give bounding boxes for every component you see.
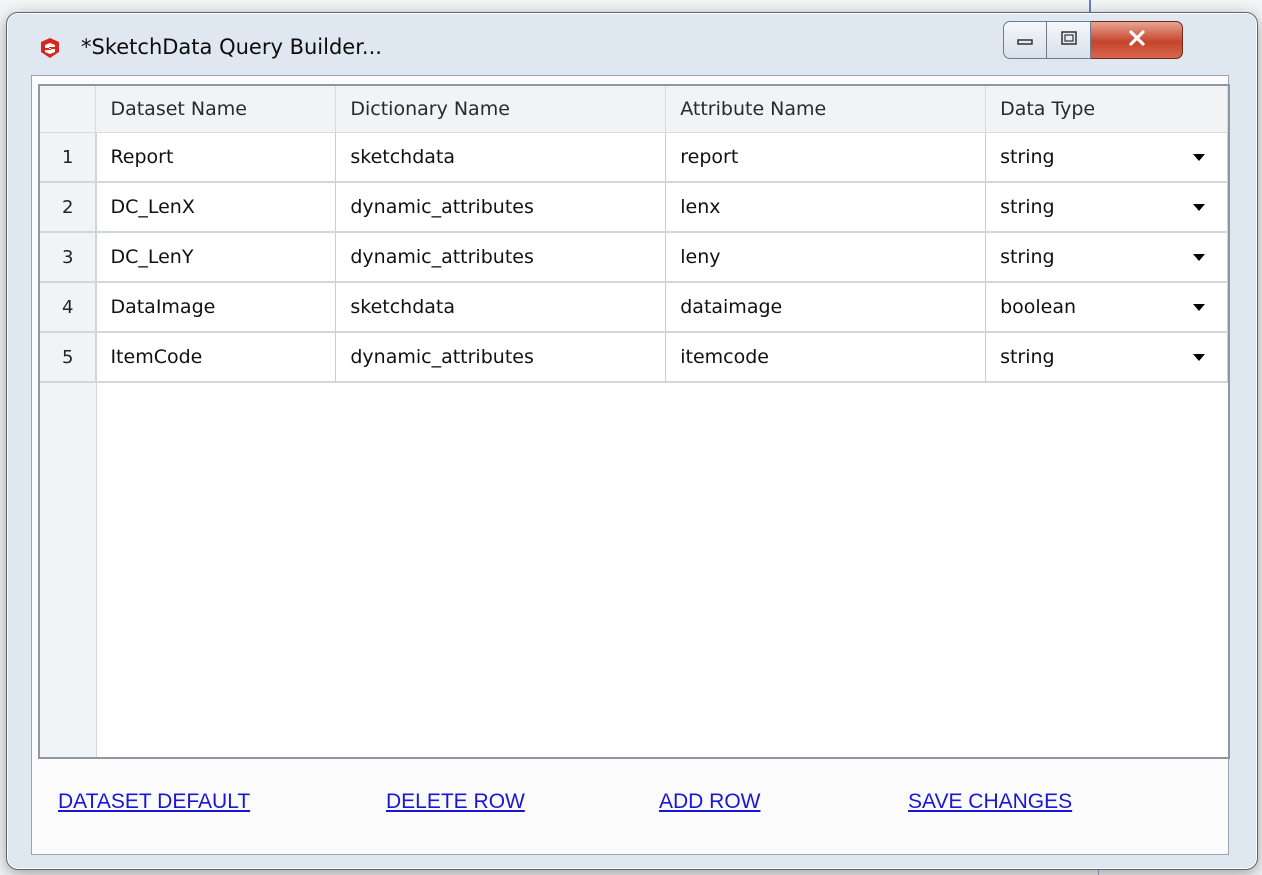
delete-row-link[interactable]: DELETE ROW <box>386 790 525 814</box>
close-button[interactable] <box>1091 21 1183 59</box>
column-header-attribute-name[interactable]: Attribute Name <box>665 86 987 133</box>
row-header[interactable]: 5 <box>40 332 97 383</box>
dropdown-arrow-icon[interactable] <box>1193 254 1205 261</box>
window-title: *SketchData Query Builder... <box>81 35 382 59</box>
dictionary-name-cell[interactable]: sketchdata <box>335 282 667 333</box>
save-changes-link[interactable]: SAVE CHANGES <box>908 790 1072 814</box>
table-row: 4 DataImage sketchdata dataimage boolean <box>40 282 1228 333</box>
table-row: 2 DC_LenX dynamic_attributes lenx string <box>40 182 1228 233</box>
attribute-name-cell[interactable]: itemcode <box>665 332 987 383</box>
client-area: Dataset Name Dictionary Name Attribute N… <box>31 75 1230 855</box>
dictionary-name-cell[interactable]: dynamic_attributes <box>335 332 667 383</box>
data-type-dropdown[interactable]: string <box>985 332 1228 383</box>
corner-header[interactable] <box>40 86 97 133</box>
add-row-link[interactable]: ADD ROW <box>659 790 761 814</box>
dictionary-name-cell[interactable]: dynamic_attributes <box>335 182 667 233</box>
data-table: Dataset Name Dictionary Name Attribute N… <box>40 86 1228 383</box>
dataset-name-cell[interactable]: DC_LenX <box>95 182 337 233</box>
minimize-button[interactable] <box>1003 21 1047 59</box>
dropdown-arrow-icon[interactable] <box>1193 304 1205 311</box>
dataset-name-cell[interactable]: ItemCode <box>95 332 337 383</box>
header-row: Dataset Name Dictionary Name Attribute N… <box>40 86 1228 133</box>
window-controls <box>1003 21 1231 69</box>
attribute-name-cell[interactable]: lenx <box>665 182 987 233</box>
sketchup-app-icon <box>38 36 62 60</box>
minimize-icon <box>1016 31 1034 50</box>
dataset-name-cell[interactable]: Report <box>95 132 337 183</box>
data-type-dropdown[interactable]: string <box>985 132 1228 183</box>
data-grid[interactable]: Dataset Name Dictionary Name Attribute N… <box>38 84 1230 759</box>
column-header-dictionary-name[interactable]: Dictionary Name <box>335 86 667 133</box>
title-bar[interactable]: *SketchData Query Builder... <box>7 13 1257 73</box>
column-header-dataset-name[interactable]: Dataset Name <box>95 86 337 133</box>
data-type-dropdown[interactable]: string <box>985 182 1228 233</box>
close-icon <box>1126 29 1148 51</box>
maximize-button[interactable] <box>1047 21 1091 59</box>
table-row: 3 DC_LenY dynamic_attributes leny string <box>40 232 1228 283</box>
column-header-data-type[interactable]: Data Type <box>985 86 1228 133</box>
dataset-name-cell[interactable]: DataImage <box>95 282 337 333</box>
table-row: 5 ItemCode dynamic_attributes itemcode s… <box>40 332 1228 383</box>
dictionary-name-cell[interactable]: sketchdata <box>335 132 667 183</box>
maximize-icon <box>1060 30 1078 50</box>
dictionary-name-cell[interactable]: dynamic_attributes <box>335 232 667 283</box>
dropdown-arrow-icon[interactable] <box>1193 354 1205 361</box>
table-row: 1 Report sketchdata report string <box>40 132 1228 183</box>
row-header[interactable]: 2 <box>40 182 97 233</box>
dropdown-arrow-icon[interactable] <box>1193 204 1205 211</box>
dataset-default-link[interactable]: DATASET DEFAULT <box>58 790 250 814</box>
row-header[interactable]: 3 <box>40 232 97 283</box>
row-header[interactable]: 4 <box>40 282 97 333</box>
dropdown-arrow-icon[interactable] <box>1193 154 1205 161</box>
attribute-name-cell[interactable]: dataimage <box>665 282 987 333</box>
action-links-bar: DATASET DEFAULT DELETE ROW ADD ROW SAVE … <box>32 782 1228 822</box>
data-type-dropdown[interactable]: string <box>985 232 1228 283</box>
attribute-name-cell[interactable]: report <box>665 132 987 183</box>
row-header[interactable]: 1 <box>40 132 97 183</box>
dataset-name-cell[interactable]: DC_LenY <box>95 232 337 283</box>
data-type-dropdown[interactable]: boolean <box>985 282 1228 333</box>
attribute-name-cell[interactable]: leny <box>665 232 987 283</box>
query-builder-window: *SketchData Query Builder... Dataset Nam… <box>6 12 1258 870</box>
